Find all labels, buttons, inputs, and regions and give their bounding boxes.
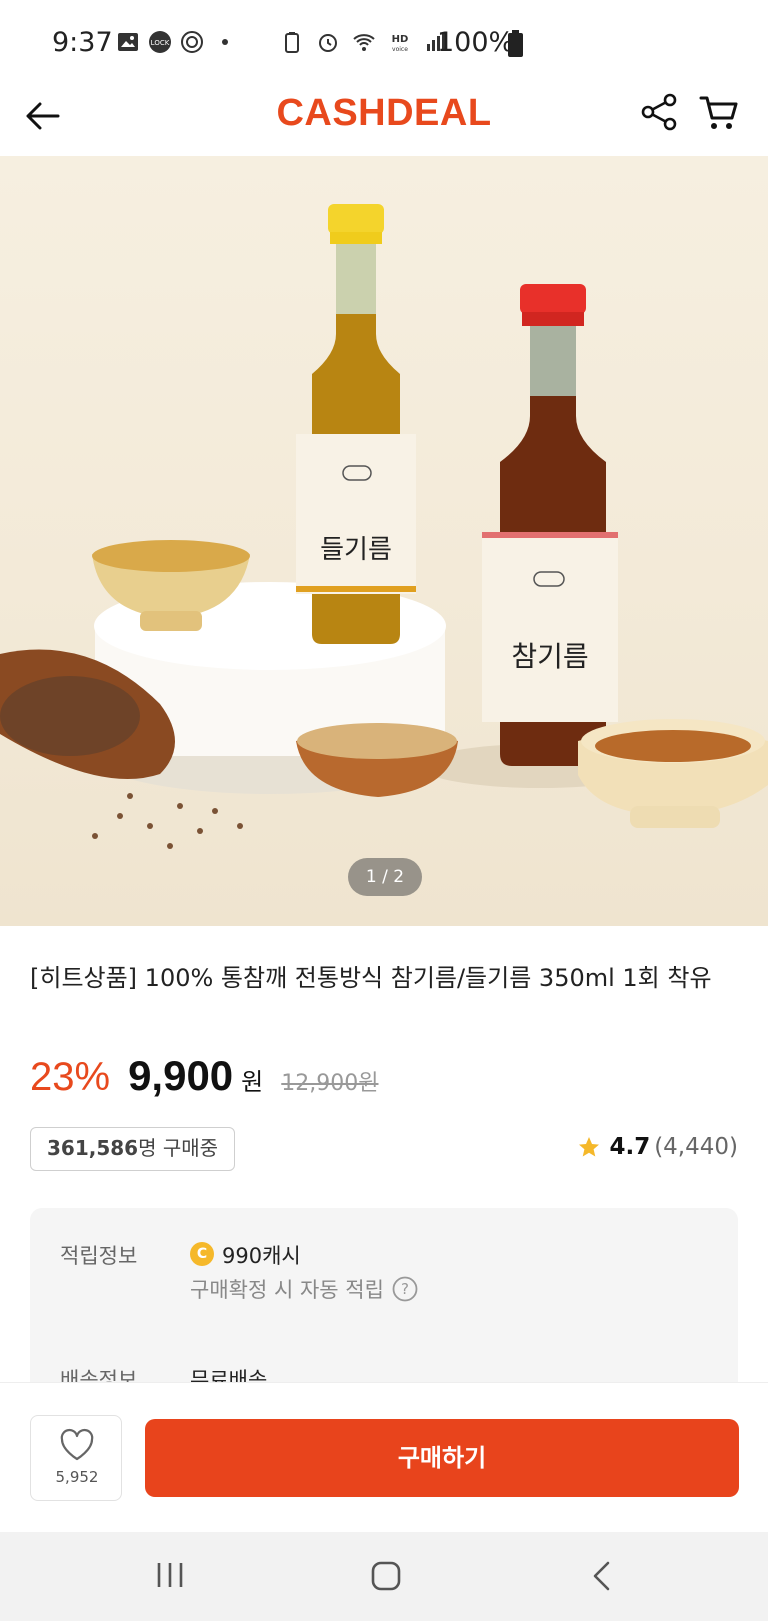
status-time: 9:37 xyxy=(52,27,113,58)
star-icon xyxy=(579,1137,600,1157)
help-icon[interactable]: ? xyxy=(392,1276,418,1302)
buyers-suffix: 명 구매중 xyxy=(138,1136,219,1160)
nav-back-icon[interactable] xyxy=(590,1560,614,1592)
rating-value: 4.7 xyxy=(609,1134,651,1160)
heart-icon xyxy=(60,1428,94,1461)
bottle-label-right: 참기름 xyxy=(511,640,588,673)
product-image-gallery[interactable]: 들기름 참기름 1 / 2 xyxy=(0,156,768,926)
review-count: (4,440) xyxy=(654,1134,738,1160)
product-title: [히트상품] 100% 통참깨 전통방식 참기름/들기름 350ml 1회 착유 xyxy=(30,964,712,992)
reward-note-row: 구매확정 시 자동 적립 ? xyxy=(190,1274,418,1304)
status-right-icons: HD voice xyxy=(280,30,448,54)
currency-unit: 원 xyxy=(241,1068,264,1096)
battery-percent: 100% xyxy=(437,27,515,58)
rating-summary[interactable]: 4.7 (4,440) xyxy=(577,1134,738,1160)
buyers-badge: 361,586명 구매중 xyxy=(30,1127,236,1171)
settings-icon xyxy=(181,31,203,53)
reward-value: 990캐시 xyxy=(222,1244,301,1268)
image-pager: 1 / 2 xyxy=(348,858,422,896)
alarm-icon xyxy=(319,34,337,52)
like-count: 5,952 xyxy=(55,1468,99,1486)
reward-label: 적립정보 xyxy=(60,1244,138,1268)
original-price: 12,900원 xyxy=(281,1071,379,1096)
lock-icon: LOCK xyxy=(149,31,171,53)
buy-button[interactable]: 구매하기 xyxy=(145,1419,739,1497)
bottle-label-left: 들기름 xyxy=(320,535,392,565)
sale-price: 9,900 xyxy=(128,1052,234,1099)
svg-text:HD: HD xyxy=(392,34,409,45)
discount-rate: 23% xyxy=(30,1055,111,1099)
system-nav-bar xyxy=(0,1532,768,1621)
like-button[interactable]: 5,952 xyxy=(30,1415,122,1501)
reward-note: 구매확정 시 자동 적립 xyxy=(190,1278,384,1302)
svg-text:?: ? xyxy=(401,1280,409,1298)
hd-voice-icon: HDvoice xyxy=(392,34,409,53)
dot-icon xyxy=(222,39,228,45)
bottom-action-bar: 5,952 구매하기 xyxy=(0,1382,768,1532)
price-row: 23% 9,900 원 12,900원 xyxy=(30,1052,378,1100)
app-header: CASHDEAL xyxy=(0,84,768,156)
home-icon[interactable] xyxy=(370,1560,402,1592)
status-bar: 9:37 LOCK HD voice 100% xyxy=(0,0,768,84)
wifi-icon xyxy=(353,34,375,51)
coin-icon: C xyxy=(190,1242,214,1266)
cart-icon[interactable] xyxy=(698,92,740,134)
recent-apps-icon[interactable] xyxy=(155,1560,185,1590)
product-photo: 들기름 참기름 xyxy=(0,204,768,849)
status-left-icons: LOCK xyxy=(116,30,228,54)
svg-text:LOCK: LOCK xyxy=(151,39,170,47)
svg-text:voice: voice xyxy=(392,46,408,53)
share-icon[interactable] xyxy=(640,92,680,132)
buyers-count: 361,586 xyxy=(47,1136,139,1160)
battery-icon xyxy=(508,30,523,57)
battery-saver-icon xyxy=(285,32,299,53)
gallery-icon xyxy=(118,33,138,51)
